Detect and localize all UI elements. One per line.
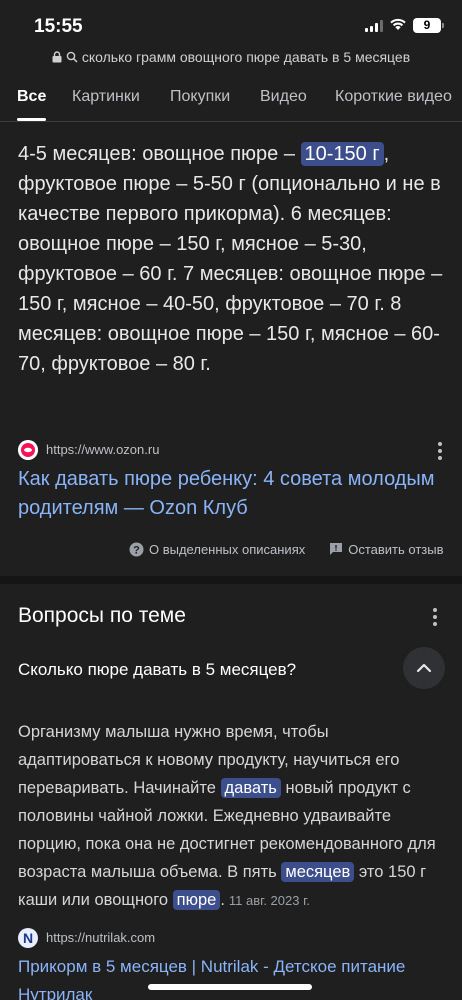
lock-icon [52, 51, 62, 63]
feedback-link[interactable]: Оставить отзыв [329, 541, 444, 557]
svg-text:?: ? [133, 544, 140, 556]
battery-tip [442, 23, 444, 28]
active-tab-indicator [17, 118, 46, 121]
tab-videos[interactable]: Видео [260, 88, 307, 106]
about-snippets-label: О выделенных описаниях [149, 541, 306, 557]
answer-highlight: месяцев [281, 862, 355, 882]
related-questions-title: Вопросы по теме [18, 604, 186, 627]
collapse-question-button[interactable] [403, 647, 445, 689]
home-indicator[interactable] [148, 984, 312, 990]
about-snippets-link[interactable]: ? О выделенных описаниях [129, 542, 305, 557]
signal-icon [365, 20, 383, 32]
snippet-result-link[interactable]: Как давать пюре ребенку: 4 совета молоды… [18, 465, 438, 523]
status-time: 15:55 [34, 16, 83, 37]
snippet-source[interactable]: https://www.ozon.ru [18, 440, 444, 462]
chevron-up-icon [416, 663, 432, 673]
snippet-highlight: 10-150 г [300, 142, 384, 166]
section-divider [0, 576, 462, 584]
ozon-favicon-icon [18, 440, 38, 460]
source-url: https://nutrilak.com [46, 930, 156, 945]
answer-result-link[interactable]: Прикорм в 5 месяцев | Nutrilak - Детское… [18, 953, 444, 1000]
answer-source[interactable]: N https://nutrilak.com [18, 928, 444, 950]
kebab-menu-icon[interactable] [438, 442, 442, 463]
featured-snippet-text: 4-5 месяцев: овощное пюре – 10-150 г, фр… [18, 139, 450, 379]
tab-short-videos[interactable]: Короткие видео [335, 88, 452, 106]
answer-highlight: пюре [172, 890, 221, 910]
snippet-text-before: 4-5 месяцев: овощное пюре – [18, 143, 301, 165]
related-question[interactable]: Сколько пюре давать в 5 месяцев? [18, 660, 296, 680]
answer-highlight: давать [220, 778, 281, 798]
battery-icon: 9 [413, 18, 441, 33]
snippet-feedback-row: ? О выделенных описаниях Оставить отзыв [129, 540, 444, 558]
tab-shopping[interactable]: Покупки [170, 88, 230, 106]
answer-date: 11 авг. 2023 г. [228, 893, 310, 908]
feedback-icon [330, 543, 343, 555]
source-url: https://www.ozon.ru [46, 442, 160, 457]
tab-all[interactable]: Все [17, 88, 46, 106]
search-tabs: Все Картинки Покупки Видео Короткие виде… [0, 76, 462, 122]
kebab-menu-icon[interactable] [433, 608, 437, 629]
wifi-icon [390, 18, 406, 30]
tab-images[interactable]: Картинки [72, 88, 140, 106]
nutrilak-favicon-icon: N [18, 928, 38, 948]
address-bar[interactable]: сколько грамм овощного пюре давать в 5 м… [0, 46, 462, 68]
answer-text: . [220, 891, 225, 909]
feedback-label: Оставить отзыв [348, 541, 444, 557]
url-text: сколько грамм овощного пюре давать в 5 м… [81, 49, 411, 65]
search-icon [66, 51, 78, 63]
related-answer: Организму малыша нужно время, чтобы адап… [18, 718, 444, 915]
snippet-text-after: , фруктовое пюре – 5-50 г (опционально и… [18, 143, 443, 375]
status-bar: 15:55 9 [0, 0, 462, 44]
question-circle-icon: ? [129, 542, 144, 556]
